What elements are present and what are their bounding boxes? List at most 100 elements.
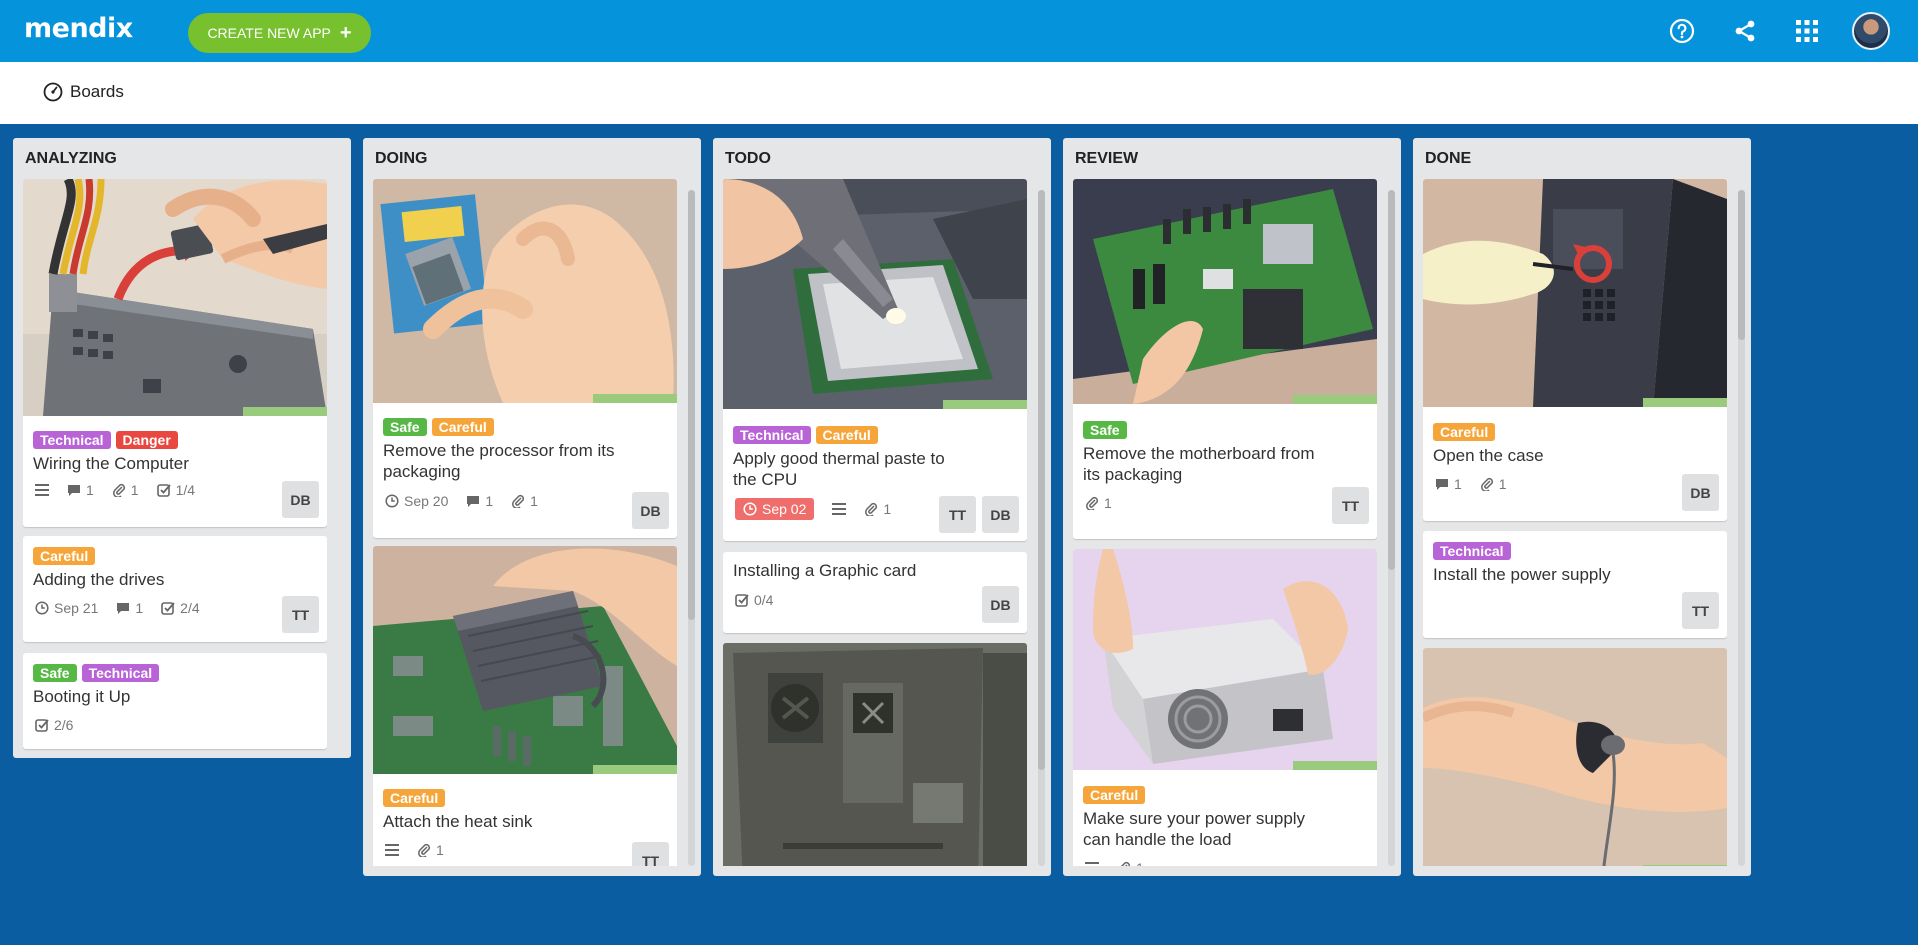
boards-label: Boards [70,82,124,101]
card-install-power-supply[interactable]: Technical Install the power supply TT [1423,531,1727,638]
card-members: TT [1682,592,1719,629]
card-installing-graphic-card[interactable]: Installing a Graphic card 0/4 DB [723,552,1027,633]
scrollbar-thumb[interactable] [1738,190,1745,340]
comment-count: 1 [485,493,494,509]
member-avatar[interactable]: TT [1682,592,1719,629]
checklist-progress: 0/4 [754,592,774,608]
column-title: DOING [375,150,428,167]
card-cover-image [373,546,677,774]
member-avatar[interactable]: TT [632,842,669,866]
card-cover-image [1423,648,1727,866]
card-cover-image [1073,179,1377,404]
card-labels: Careful [1433,423,1496,441]
card-cover-image [1423,179,1727,407]
attachment-count: 1 [130,482,139,498]
member-avatar[interactable]: TT [939,496,976,533]
card-meta: 2/6 [35,717,73,733]
card-members: TT [1332,487,1369,524]
card-labels: Technical Careful [733,426,878,444]
member-avatar[interactable]: DB [1682,474,1719,511]
column-scrollbar[interactable] [1738,190,1745,866]
scrollbar-thumb[interactable] [688,190,695,620]
card-title: Make sure your power supply can handle t… [1083,809,1306,849]
card-open-case-image[interactable] [723,643,1027,866]
card-title: Install the power supply [1433,565,1611,584]
card-remove-motherboard[interactable]: Safe Remove the motherboard from its pac… [1073,179,1377,539]
card-remove-processor[interactable]: Safe Careful Remove the processor from i… [373,179,677,538]
mendix-logo[interactable]: mendix [24,13,133,44]
card-meta: 1 [1085,495,1112,511]
card-labels: Careful [33,547,96,565]
checklist-icon [156,484,171,497]
card-power-supply-load[interactable]: Careful Make sure your power supply can … [1073,549,1377,866]
clock-icon [385,494,399,508]
card-adding-the-drives[interactable]: Careful Adding the drives Sep 21 1 2/4 T… [23,536,327,642]
member-avatar[interactable]: DB [282,481,319,518]
card-open-the-case[interactable]: Careful Open the case 1 1 DB [1423,179,1727,521]
attachment-icon [1480,477,1493,491]
member-avatar[interactable]: TT [282,596,319,633]
card-list: Safe Careful Remove the processor from i… [373,179,677,866]
checklist-progress: 2/4 [180,600,200,616]
card-members: TT [632,842,669,866]
help-icon[interactable] [1666,15,1698,47]
card-booting-it-up[interactable]: Safe Technical Booting it Up 2/6 [23,653,327,749]
label-technical: Technical [33,431,111,449]
apps-grid-icon[interactable] [1791,15,1823,47]
attachment-count: 1 [530,493,538,509]
card-meta: Sep 21 1 2/4 [35,600,200,616]
column-analyzing: ANALYZING Technical Danger Wiring the Co… [13,138,351,758]
card-title: Attach the heat sink [383,812,533,831]
member-avatar[interactable]: DB [632,492,669,529]
column-title: TODO [725,150,771,167]
card-cover-image [23,179,327,416]
member-avatar[interactable]: DB [982,496,1019,533]
card-attach-heat-sink[interactable]: Careful Attach the heat sink 1 TT [373,546,677,866]
label-safe: Safe [33,664,77,682]
column-scrollbar[interactable] [1038,190,1045,866]
checklist-icon [735,594,749,607]
comment-count: 1 [135,600,144,616]
description-icon [385,844,399,856]
card-apply-thermal-paste[interactable]: Technical Careful Apply good thermal pas… [723,179,1027,541]
create-new-app-label: CREATE NEW APP [207,25,331,41]
due-date-badge[interactable]: Sep 02 [735,498,815,520]
scrollbar-thumb[interactable] [1388,190,1395,570]
card-labels: Safe Technical [33,664,160,682]
column-todo: TODO Technical Careful Apply good therma… [713,138,1051,876]
card-title: Adding the drives [33,570,165,589]
column-review: REVIEW Safe Remove the motherboard from … [1063,138,1401,876]
card-wrist-strap-image[interactable] [1423,648,1727,866]
comment-icon [467,495,480,507]
share-icon[interactable] [1729,15,1761,47]
comment-icon [117,602,130,614]
card-wiring-the-computer[interactable]: Technical Danger Wiring the Computer 1 1… [23,179,327,527]
checklist-icon [35,719,49,732]
column-scrollbar[interactable] [1388,190,1395,866]
card-title: Apply good thermal paste to the CPU [733,449,945,489]
card-members: TT DB [939,496,1019,533]
card-members: DB [282,481,319,518]
member-avatar[interactable]: DB [982,586,1019,623]
clock-icon [743,502,757,516]
label-safe: Safe [383,418,427,436]
scrollbar-thumb[interactable] [1038,190,1045,770]
boards-link[interactable]: Boards [43,82,124,102]
attachment-icon [865,502,878,516]
card-labels: Careful [1083,786,1146,804]
column-scrollbar[interactable] [688,190,695,866]
description-icon [35,484,49,496]
attachment-icon [112,483,125,497]
card-members: DB [632,492,669,529]
member-avatar[interactable]: TT [1332,487,1369,524]
attachment-count: 1 [436,842,444,858]
create-new-app-button[interactable]: CREATE NEW APP + [188,13,371,53]
attachment-count: 1 [1498,476,1507,492]
label-careful: Careful [431,418,494,436]
user-avatar[interactable] [1852,12,1890,50]
card-meta: Sep 20 1 1 [385,493,538,509]
label-careful: Careful [33,547,96,565]
card-members: TT [282,596,319,633]
sub-header: Boards [0,62,1918,124]
attachment-icon [1086,496,1099,510]
